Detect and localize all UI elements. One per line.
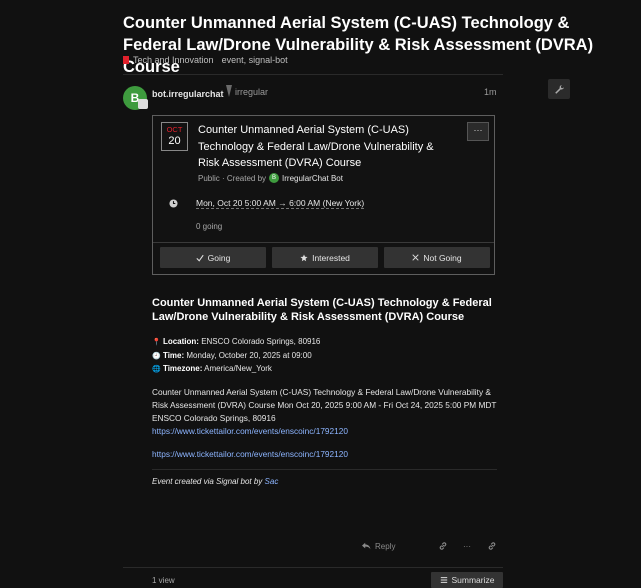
close-icon [412, 254, 420, 261]
interested-button[interactable]: Interested [272, 247, 378, 268]
going-label: Going [207, 252, 231, 263]
event-visibility: Public · Created by [198, 173, 267, 183]
time-line: 🕘 Time: Monday, October 20, 2025 at 09:0… [152, 350, 497, 364]
list-icon [440, 577, 447, 583]
event-meta: Public · Created by B IrregularChat Bot [198, 173, 343, 183]
interested-label: Interested [312, 252, 350, 263]
pin-icon: 📍 [152, 339, 161, 346]
event-more-button[interactable]: ··· [467, 122, 489, 141]
star-icon [300, 253, 308, 261]
avatar-flair-icon [138, 99, 148, 109]
divider [153, 242, 494, 243]
footnote-author-link[interactable]: Sac [265, 477, 279, 486]
user-flair-icon [226, 85, 232, 97]
event-description: Counter Unmanned Aerial System (C-UAS) T… [152, 386, 497, 410]
user-title: irregular [235, 87, 269, 97]
category-link[interactable]: Tech and Innovation [133, 55, 214, 65]
event-month: OCT [166, 125, 183, 134]
post-username[interactable]: bot.irregularchat [152, 89, 224, 99]
creator-avatar: B [269, 173, 280, 183]
timezone-line: 🌐 Timezone: America/New_York [152, 363, 497, 377]
category-badge-icon [123, 56, 129, 64]
globe-icon: 🌐 [152, 366, 161, 373]
divider [123, 74, 503, 75]
clock-icon: 🕘 [152, 352, 161, 360]
footnote: Event created via Signal bot by Sac [152, 477, 497, 486]
check-icon [196, 254, 204, 262]
clock-icon [169, 199, 178, 208]
timezone-label: Timezone: [162, 364, 203, 373]
event-day: 20 [168, 135, 181, 147]
summarize-label: Summarize [451, 575, 495, 585]
event-card: OCT 20 Counter Unmanned Aerial System (C… [152, 115, 495, 275]
timezone-value: America/New_York [204, 364, 272, 373]
ticket-link-2[interactable]: https://www.tickettailor.com/events/ensc… [152, 449, 348, 459]
ticket-link[interactable]: https://www.tickettailor.com/events/ensc… [152, 426, 348, 436]
post-heading: Counter Unmanned Aerial System (C-UAS) T… [152, 297, 492, 323]
going-count[interactable]: 0 going [196, 222, 222, 231]
tag-list[interactable]: event, signal-bot [222, 55, 288, 65]
category-row: Tech and Innovation event, signal-bot [123, 55, 288, 65]
post-date[interactable]: 1m [484, 87, 497, 97]
link-icon[interactable] [438, 540, 448, 552]
reply-button[interactable]: Reply [361, 540, 395, 552]
time-label: Time: [162, 350, 185, 360]
admin-wrench-button[interactable] [548, 79, 570, 99]
divider [123, 567, 503, 568]
event-title: Counter Unmanned Aerial System (C-UAS) T… [198, 124, 434, 169]
location-value: ENSCO Colorado Springs, 80916 [201, 337, 321, 346]
summarize-button[interactable]: Summarize [431, 572, 503, 588]
reply-label: Reply [375, 541, 396, 551]
location-line: 📍 Location: ENSCO Colorado Springs, 8091… [152, 336, 497, 350]
view-count: 1 view [152, 576, 175, 585]
event-address: ENSCO Colorado Springs, 80916 [152, 412, 276, 423]
location-label: Location: [162, 337, 199, 346]
event-time[interactable]: Mon, Oct 20 5:00 AM → 6:00 AM (New York) [196, 198, 365, 209]
event-creator[interactable]: IrregularChat Bot [282, 174, 343, 183]
share-link-icon[interactable] [487, 540, 497, 552]
event-date-box: OCT 20 [161, 122, 188, 151]
footnote-text: Event created via Signal bot by [152, 476, 263, 486]
reply-icon [362, 542, 371, 550]
topic-title: Counter Unmanned Aerial System (C-UAS) T… [123, 14, 594, 76]
not-going-button[interactable]: Not Going [384, 247, 490, 268]
more-actions-button[interactable]: ··· [463, 540, 471, 552]
not-going-label: Not Going [423, 252, 462, 263]
going-button[interactable]: Going [160, 247, 266, 268]
time-value: Monday, October 20, 2025 at 09:00 [186, 350, 312, 360]
post-body: Counter Unmanned Aerial System (C-UAS) T… [152, 296, 497, 486]
wrench-icon [554, 84, 564, 94]
